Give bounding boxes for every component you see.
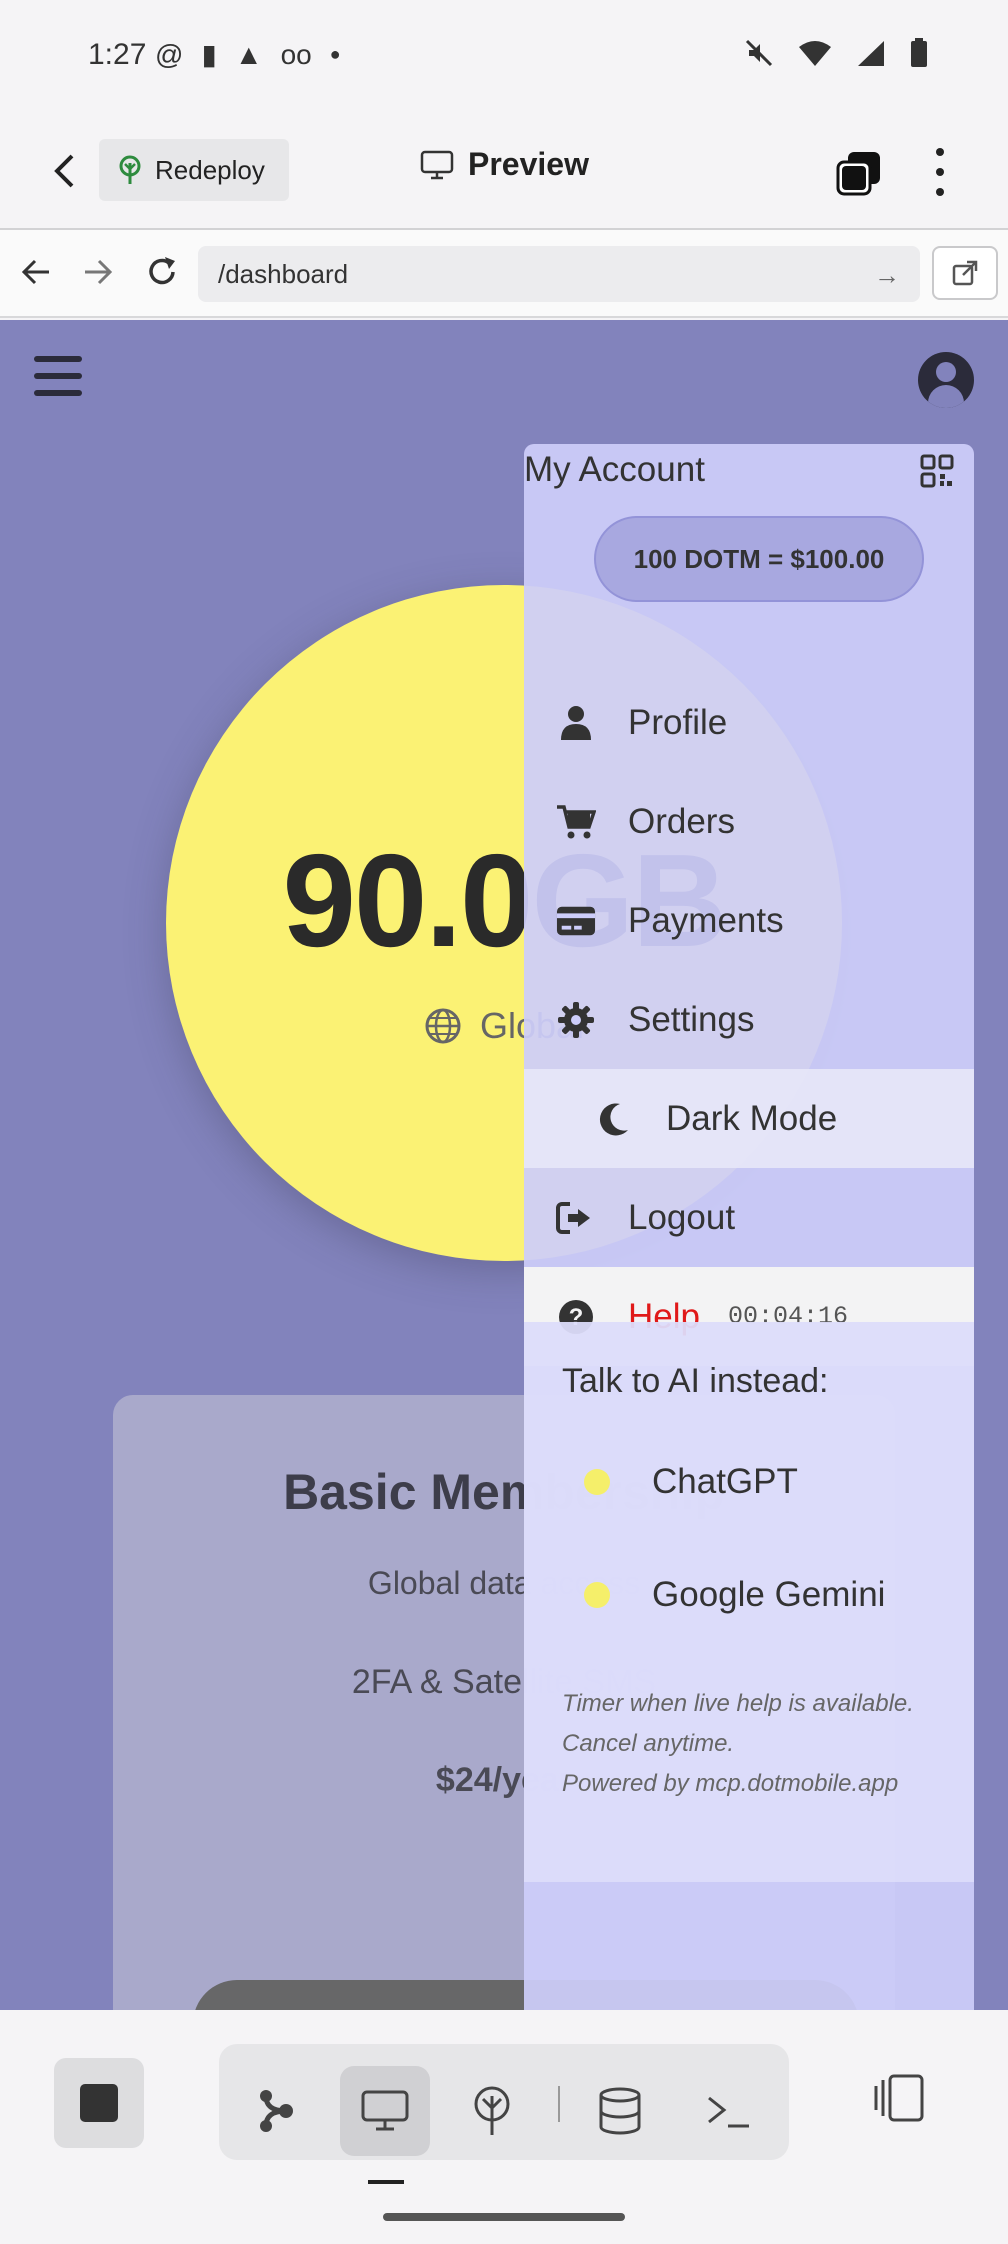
open-external-button[interactable] [932, 246, 998, 300]
cart-icon [556, 802, 596, 842]
toolbar-divider [558, 2086, 560, 2122]
terminal-button[interactable] [684, 2066, 774, 2156]
chevron-left-icon [54, 154, 74, 188]
ai-option-label: ChatGPT [652, 1462, 798, 1501]
go-arrow-icon[interactable]: → [874, 260, 900, 291]
app-bar: Redeploy Preview [0, 118, 1008, 228]
menu-item-payments[interactable]: Payments [524, 871, 974, 970]
reload-button[interactable] [142, 252, 182, 292]
status-dot-icon [584, 1469, 610, 1495]
reload-icon [149, 257, 175, 285]
battery-icon [911, 38, 927, 67]
arrow-right-icon [85, 259, 113, 285]
menu-item-orders[interactable]: Orders [524, 772, 974, 871]
globe-icon [425, 1008, 461, 1044]
menu-item-profile[interactable]: Profile [524, 673, 974, 772]
menu-item-label: Payments [628, 900, 784, 940]
credit-card-icon [556, 901, 596, 941]
active-tab-indicator [368, 2180, 404, 2184]
ai-note-line: Cancel anytime. [562, 1730, 735, 1757]
url-bar: /dashboard → [0, 230, 1008, 318]
split-layout-icon[interactable] [870, 2070, 926, 2126]
ai-note-line: Powered by mcp.dotmobile.app [562, 1770, 899, 1797]
redeploy-label: Redeploy [155, 154, 265, 185]
database-icon [599, 2087, 641, 2135]
mute-icon [745, 39, 773, 67]
menu-item-logout[interactable]: Logout [524, 1168, 974, 1267]
nba-icon: ▮ [201, 39, 217, 70]
account-menu: My Account 100 DOTM = $100.00 Profile Or… [524, 444, 974, 2010]
redeploy-button[interactable]: Redeploy [99, 139, 289, 201]
tool-group [219, 2044, 789, 2160]
agent-icon [260, 2090, 293, 2132]
hamburger-menu-icon[interactable] [34, 356, 82, 396]
nav-forward-button[interactable] [78, 252, 118, 292]
ai-section: Talk to AI instead: ChatGPT Google Gemin… [524, 1322, 974, 1882]
moon-icon [594, 1099, 634, 1139]
account-avatar-icon[interactable] [918, 352, 974, 408]
back-button[interactable] [46, 146, 82, 196]
nav-back-button[interactable] [16, 252, 56, 292]
menu-title: My Account [524, 450, 705, 489]
menu-item-dark-mode[interactable]: Dark Mode [524, 1069, 974, 1168]
gear-icon [556, 1000, 596, 1040]
wifi-icon [799, 41, 831, 66]
voicemail-icon: oo [280, 38, 312, 70]
tree-icon [119, 155, 141, 184]
external-link-icon [952, 260, 978, 286]
logout-icon [556, 1198, 596, 1238]
qr-code-icon[interactable] [920, 454, 954, 488]
status-time: 1:27 [88, 38, 147, 71]
terminal-icon [708, 2096, 749, 2128]
balance-badge: 100 DOTM = $100.00 [594, 516, 924, 602]
monitor-icon [420, 150, 454, 179]
threads-icon: @ [155, 38, 184, 70]
tabs-icon[interactable] [836, 150, 882, 196]
ai-option-label: Google Gemini [652, 1575, 886, 1614]
warning-icon: ▲ [234, 38, 263, 70]
preview-label: Preview [468, 146, 589, 182]
menu-item-label: Profile [628, 702, 728, 742]
web-preview: 90.0GB Global Basic Membership Global da… [0, 320, 1008, 2010]
monitor-icon [361, 2090, 409, 2131]
database-button[interactable] [575, 2066, 665, 2156]
menu-item-label: Dark Mode [666, 1098, 838, 1138]
menu-item-label: Logout [628, 1197, 736, 1237]
arrow-left-icon [21, 259, 49, 285]
menu-item-settings[interactable]: Settings [524, 970, 974, 1069]
signal-icon [858, 41, 884, 66]
menu-item-label: Settings [628, 999, 755, 1039]
url-text: /dashboard [218, 258, 349, 289]
home-gesture-bar[interactable] [383, 2213, 625, 2221]
status-bar: 1:27 @ ▮ ▲ oo ● [0, 0, 1008, 118]
bottom-toolbar [0, 2010, 1008, 2244]
more-options-icon[interactable] [928, 148, 952, 196]
ai-note-line: Timer when live help is available. [562, 1690, 914, 1717]
ai-option-gemini[interactable]: Google Gemini [584, 1575, 885, 1615]
preview-title: Preview [420, 146, 589, 183]
agent-button[interactable] [231, 2066, 321, 2156]
user-icon [556, 703, 596, 743]
tree-icon [474, 2086, 510, 2135]
ai-option-chatgpt[interactable]: ChatGPT [584, 1462, 798, 1502]
ai-section-title: Talk to AI instead: [562, 1362, 829, 1400]
dot-icon: ● [329, 44, 341, 64]
menu-item-label: Orders [628, 801, 735, 841]
preview-tab-button[interactable] [340, 2066, 430, 2156]
stop-button[interactable] [54, 2058, 144, 2148]
status-dot-icon [584, 1582, 610, 1608]
ai-note: Timer when live help is available. Cance… [562, 1684, 914, 1804]
stop-icon [80, 2084, 118, 2122]
url-input[interactable]: /dashboard → [198, 246, 920, 302]
deploy-button[interactable] [447, 2066, 537, 2156]
